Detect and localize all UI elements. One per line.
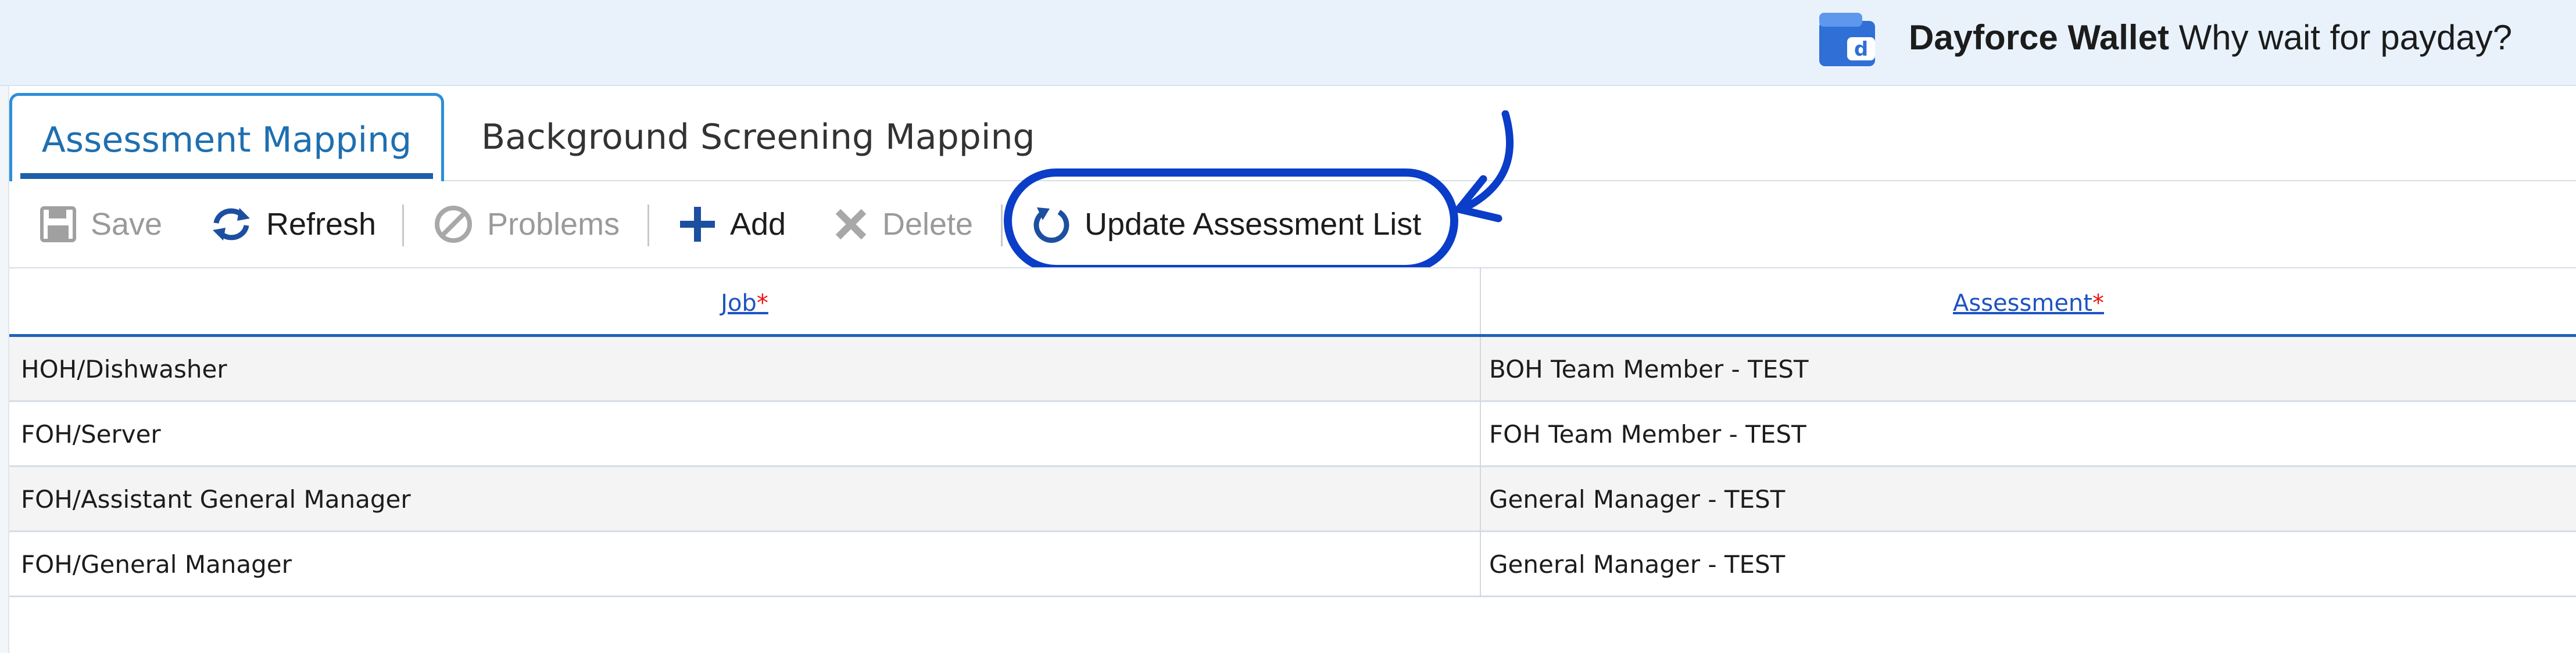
add-label: Add xyxy=(730,207,786,242)
save-icon xyxy=(40,206,76,242)
table-row[interactable]: FOH/Assistant General Manager General Ma… xyxy=(9,467,2576,532)
top-banner: d Dayforce Wallet Why wait for payday? xyxy=(0,0,2576,86)
required-marker: * xyxy=(756,290,768,317)
table-row[interactable]: FOH/General Manager General Manager - TE… xyxy=(9,532,2576,597)
no-entry-icon xyxy=(435,206,472,243)
tab-assessment-mapping[interactable]: Assessment Mapping xyxy=(9,93,444,181)
toolbar-separator xyxy=(402,204,404,246)
column-header-label: Assessment xyxy=(1953,290,2092,317)
svg-text:d: d xyxy=(1854,38,1868,61)
tab-label: Background Screening Mapping xyxy=(481,117,1035,157)
job-cell[interactable]: FOH/Assistant General Manager xyxy=(21,467,411,532)
refresh-button[interactable]: Refresh xyxy=(210,181,376,267)
column-header-label: Job xyxy=(721,290,757,317)
toolbar-separator xyxy=(647,204,649,246)
grid-header: Job* Assessment* xyxy=(9,267,2576,337)
required-marker: * xyxy=(2092,290,2104,317)
column-divider xyxy=(1480,337,1481,402)
problems-label: Problems xyxy=(487,207,620,242)
table-row[interactable]: HOH/Dishwasher BOH Team Member - TEST xyxy=(9,337,2576,402)
active-tab-indicator xyxy=(20,173,433,179)
table-row[interactable]: FOH/Server FOH Team Member - TEST xyxy=(9,402,2576,467)
left-gutter xyxy=(0,86,9,653)
problems-button[interactable]: Problems xyxy=(434,181,620,267)
wallet-promo-text[interactable]: Dayforce Wallet Why wait for payday? xyxy=(1909,17,2512,58)
tab-background-screening-mapping[interactable]: Background Screening Mapping xyxy=(481,93,1035,181)
column-header-link[interactable]: Job* xyxy=(721,290,768,317)
job-cell[interactable]: HOH/Dishwasher xyxy=(21,337,227,402)
save-button[interactable]: Save xyxy=(40,181,162,267)
job-cell[interactable]: FOH/General Manager xyxy=(21,532,292,597)
tab-label: Assessment Mapping xyxy=(41,120,412,160)
assessment-mapping-grid: Job* Assessment* HOH/Dishwasher BOH Team… xyxy=(9,267,2576,597)
wallet-brand: Dayforce Wallet xyxy=(1909,18,2169,57)
refresh-icon xyxy=(213,208,250,241)
assessment-cell[interactable]: General Manager - TEST xyxy=(1489,467,1785,532)
annotation-arrow-icon xyxy=(1455,110,1514,223)
assessment-cell[interactable]: General Manager - TEST xyxy=(1489,532,1785,597)
annotation-highlight-oval xyxy=(1004,168,1458,273)
column-divider xyxy=(1480,467,1481,532)
assessment-cell[interactable]: BOH Team Member - TEST xyxy=(1489,337,1809,402)
column-divider xyxy=(1480,402,1481,467)
assessment-cell[interactable]: FOH Team Member - TEST xyxy=(1489,402,1806,467)
refresh-label: Refresh xyxy=(266,207,377,242)
app-window: d Dayforce Wallet Why wait for payday? A… xyxy=(0,0,2576,653)
column-header-link[interactable]: Assessment* xyxy=(1953,290,2104,317)
save-label: Save xyxy=(91,207,163,242)
toolbar-separator xyxy=(1001,204,1003,246)
close-icon xyxy=(835,209,867,240)
job-cell[interactable]: FOH/Server xyxy=(21,402,161,467)
wallet-tagline: Why wait for payday? xyxy=(2178,18,2513,57)
delete-button[interactable]: Delete xyxy=(833,181,973,267)
wallet-icon[interactable]: d xyxy=(1815,8,1879,70)
delete-label: Delete xyxy=(882,207,974,242)
column-header-assessment[interactable]: Assessment* xyxy=(1481,268,2576,338)
column-header-job[interactable]: Job* xyxy=(9,268,1480,338)
column-divider xyxy=(1480,532,1481,597)
add-button[interactable]: Add xyxy=(679,181,786,267)
plus-icon xyxy=(680,207,715,242)
